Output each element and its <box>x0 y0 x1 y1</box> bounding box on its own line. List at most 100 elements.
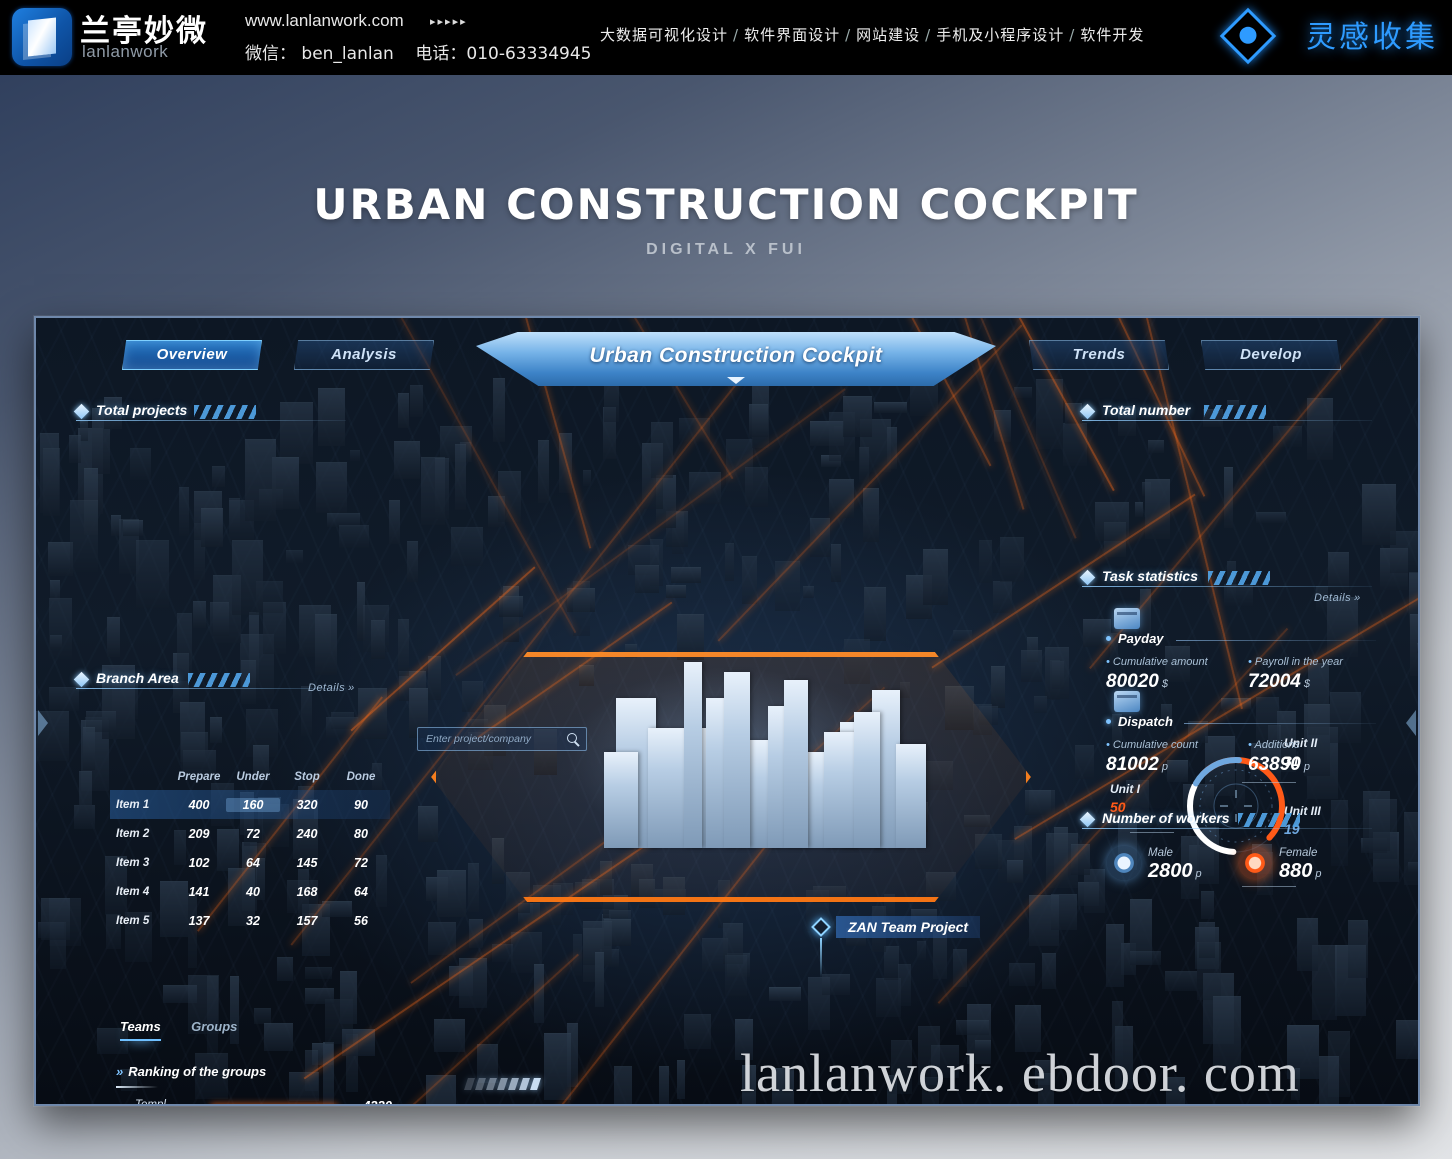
cell-done: 90 <box>354 797 368 812</box>
website-text[interactable]: www.lanlanwork.com <box>245 11 404 31</box>
city-block <box>459 957 487 1009</box>
city-block <box>136 539 169 608</box>
city-block <box>192 601 207 628</box>
table-row[interactable]: Item 1 400 160 320 90 <box>110 790 390 819</box>
city-block <box>978 540 992 583</box>
city-block <box>200 507 224 547</box>
marker-stem <box>820 938 822 978</box>
search-input[interactable] <box>426 728 556 750</box>
cell-stop: 145 <box>296 855 318 870</box>
payday-group-title: Payday <box>1106 631 1164 646</box>
title-hatch-decor <box>188 673 250 687</box>
service-item[interactable]: 大数据可视化设计 <box>600 26 728 44</box>
col-done: Done <box>346 771 376 783</box>
female-stat: Female 880 p <box>1279 847 1322 883</box>
tower <box>896 744 926 848</box>
city-block <box>1074 745 1094 780</box>
unit-1-name: Unit I <box>1110 782 1140 796</box>
panel-title-total-number: Total number <box>1079 402 1382 424</box>
bottom-dash <box>464 1078 475 1090</box>
service-item[interactable]: 网站建设 <box>856 26 920 44</box>
city-block <box>394 440 421 480</box>
subtab-groups[interactable]: Groups <box>191 1019 237 1039</box>
cell-done: 64 <box>354 884 368 899</box>
city-block <box>1134 501 1144 518</box>
city-block <box>1000 537 1024 582</box>
dashboard-title-plate: Urban Construction Cockpit <box>476 332 996 386</box>
diamond-icon <box>1079 569 1096 586</box>
panel-title-text: Number of workers <box>1102 810 1230 826</box>
inspiration-label: 灵感收集 <box>1306 20 1438 55</box>
panel-title-task-statistics: Task statistics <box>1079 568 1382 590</box>
city-block <box>428 656 441 700</box>
tab-develop[interactable]: Develop <box>1201 340 1341 370</box>
cell-under: 72 <box>246 826 260 841</box>
subtab-teams[interactable]: Teams <box>120 1019 161 1041</box>
title-hatch-decor <box>1204 405 1266 419</box>
service-item[interactable]: 手机及小程序设计 <box>936 26 1064 44</box>
tower <box>604 752 638 848</box>
table-row[interactable]: Item 2 209 72 240 80 <box>110 819 390 848</box>
branch-details-link[interactable]: Details» <box>308 682 355 694</box>
city-block <box>83 727 96 770</box>
city-block <box>1013 386 1033 398</box>
city-block <box>1408 862 1418 873</box>
city-block <box>634 564 660 594</box>
city-block <box>264 1022 294 1051</box>
cell-under: 160 <box>226 797 280 812</box>
city-block <box>993 580 1013 613</box>
service-item[interactable]: 软件开发 <box>1080 26 1144 44</box>
city-block <box>210 602 229 637</box>
city-block <box>316 462 347 513</box>
city-block <box>272 457 299 510</box>
table-row[interactable]: Item 5 137 32 157 56 <box>110 906 390 935</box>
wallet-icon <box>1114 608 1140 629</box>
city-block <box>277 957 293 982</box>
city-block <box>741 555 758 605</box>
service-item[interactable]: 软件界面设计 <box>744 26 840 44</box>
city-block <box>769 986 802 1001</box>
search-box[interactable] <box>417 727 587 751</box>
city-block <box>407 541 418 582</box>
table-row[interactable]: Item 3 102 64 145 72 <box>110 848 390 877</box>
inspiration-icon <box>1219 7 1277 65</box>
cell-under: 40 <box>246 884 260 899</box>
male-number: 2800 <box>1148 860 1193 882</box>
bottom-dash <box>486 1078 497 1090</box>
col-under: Under <box>236 771 270 783</box>
task-details-label: Details <box>1314 592 1352 604</box>
city-block <box>683 1013 712 1050</box>
table-row[interactable]: Item 4 141 40 168 64 <box>110 877 390 906</box>
ranking-row[interactable]: Templ... 4220 <box>110 1098 400 1106</box>
city-block <box>725 543 735 581</box>
city-block <box>69 499 99 573</box>
chevron-down-icon[interactable] <box>727 377 745 384</box>
title-rule <box>76 420 346 421</box>
tab-trends[interactable]: Trends <box>1029 340 1169 370</box>
tab-analysis-label: Analysis <box>331 346 397 363</box>
city-block <box>822 974 850 996</box>
city-block <box>129 448 152 481</box>
tab-overview[interactable]: Overview <box>122 340 262 370</box>
city-block <box>78 771 93 823</box>
payday-rule <box>1176 640 1376 641</box>
title-rule <box>76 688 346 689</box>
city-block <box>858 446 869 483</box>
tab-analysis[interactable]: Analysis <box>294 340 434 370</box>
row-label: Item 1 <box>116 798 150 811</box>
task-details-link[interactable]: Details» <box>1314 592 1361 604</box>
city-block <box>48 598 72 660</box>
cell-done: 80 <box>354 826 368 841</box>
ranking-value: 4220 <box>363 1098 392 1106</box>
city-block <box>339 970 358 1024</box>
panel-title-number-of-workers: Number of workers <box>1079 810 1382 832</box>
promo-bar: 兰亭妙微 lanlanwork www.lanlanwork.com ▸▸▸▸▸… <box>0 0 1452 75</box>
panel-title-text: Total number <box>1102 402 1191 418</box>
cell-stop: 240 <box>296 826 318 841</box>
leader-line-unit-2 <box>1242 782 1296 783</box>
search-icon[interactable] <box>567 733 577 743</box>
city-block <box>212 466 225 488</box>
city-block <box>1198 922 1216 959</box>
city-block <box>613 1066 632 1104</box>
dashboard-title: Urban Construction Cockpit <box>589 344 883 367</box>
